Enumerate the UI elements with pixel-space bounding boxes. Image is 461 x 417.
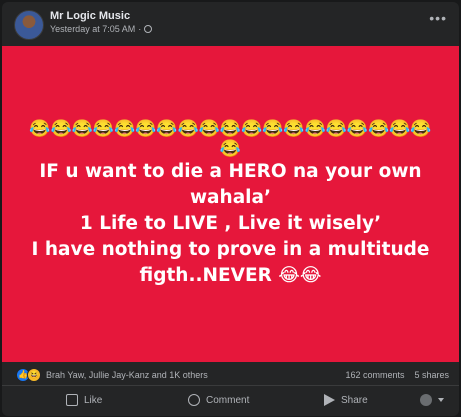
profile-avatar xyxy=(420,394,432,406)
post-card: Mr Logic Music Yesterday at 7:05 AM · ••… xyxy=(2,2,459,416)
react-as-profile-button[interactable] xyxy=(420,394,444,406)
author-avatar[interactable] xyxy=(14,10,44,40)
like-button[interactable]: Like xyxy=(66,394,102,406)
share-icon xyxy=(324,394,335,406)
share-count[interactable]: 5 shares xyxy=(414,370,449,380)
post-header: Mr Logic Music Yesterday at 7:05 AM · ••… xyxy=(2,2,459,48)
comment-label: Comment xyxy=(206,394,250,406)
reaction-names[interactable]: Brah Yaw, Jullie Jay-Kanz and 1K others xyxy=(46,370,208,380)
comment-button[interactable]: Comment xyxy=(188,394,249,406)
post-line-4: I have nothing to prove in a multitude xyxy=(31,239,430,260)
action-bar: Like Comment Share xyxy=(2,388,459,416)
reactions-row: 👍 😆 Brah Yaw, Jullie Jay-Kanz and 1K oth… xyxy=(2,364,459,386)
share-button[interactable]: Share xyxy=(324,394,368,406)
post-meta: Yesterday at 7:05 AM · xyxy=(50,24,153,34)
thumbs-up-icon xyxy=(66,394,78,406)
haha-reaction-icon: 😆 xyxy=(27,368,41,382)
share-label: Share xyxy=(341,394,368,406)
globe-icon xyxy=(144,25,153,33)
post-line-1: IF u want to die a HERO na your own xyxy=(39,161,422,182)
chevron-down-icon xyxy=(438,398,444,402)
timestamp[interactable]: Yesterday at 7:05 AM xyxy=(50,24,135,34)
post-line-3: 1 Life to LIVE , Live it wisely’ xyxy=(79,213,382,234)
like-label: Like xyxy=(84,394,103,406)
emoji-row: 😂😂😂😂😂😂😂😂😂😂😂😂😂😂😂😂😂😂😂😂 xyxy=(29,119,432,158)
author-name[interactable]: Mr Logic Music xyxy=(50,10,130,22)
post-line-2: wahala’ xyxy=(189,187,272,208)
more-options-icon[interactable]: ••• xyxy=(429,10,447,26)
engagement-counts: 162 comments 5 shares xyxy=(345,370,449,380)
comment-count[interactable]: 162 comments xyxy=(345,370,404,380)
comment-icon xyxy=(188,394,200,406)
reaction-icons[interactable]: 👍 😆 xyxy=(16,368,41,382)
post-line-5: figth..NEVER 😂😂 xyxy=(139,265,322,286)
post-content: 😂😂😂😂😂😂😂😂😂😂😂😂😂😂😂😂😂😂😂😂 IF u want to die a … xyxy=(2,46,459,362)
